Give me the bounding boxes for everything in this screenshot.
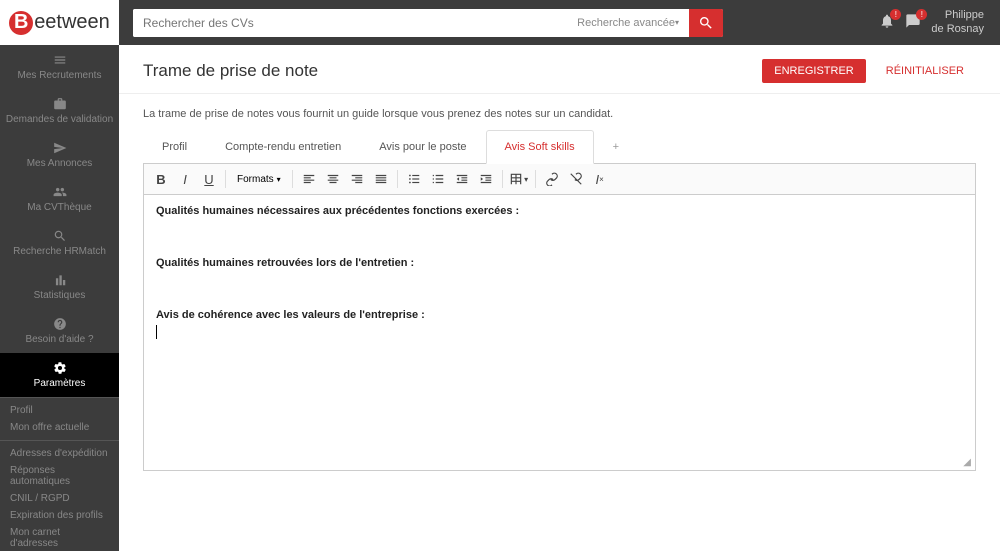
align-justify-button[interactable] [370, 168, 392, 190]
bullet-list-button[interactable] [403, 168, 425, 190]
people-icon [53, 185, 67, 199]
subnav-offre[interactable]: Mon offre actuelle [0, 419, 119, 436]
help-icon [53, 317, 67, 331]
subnav-adresses[interactable]: Adresses d'expédition [0, 445, 119, 462]
tab-avis-poste[interactable]: Avis pour le poste [360, 130, 485, 164]
nav-cvtheque[interactable]: Ma CVThèque [0, 177, 119, 221]
messages-icon[interactable]: ! [905, 13, 921, 32]
tab-compte-rendu[interactable]: Compte-rendu entretien [206, 130, 360, 164]
underline-button[interactable]: U [198, 168, 220, 190]
briefcase-icon [53, 97, 67, 111]
nav-parametres[interactable]: Paramètres [0, 353, 119, 397]
subnav-reponses[interactable]: Réponses automatiques [0, 462, 119, 490]
gear-icon [53, 361, 67, 375]
nav-recruitments[interactable]: Mes Recrutements [0, 45, 119, 89]
editor-toolbar: B I U Formats▾ ▾ I× [144, 164, 975, 195]
notifications-icon[interactable]: ! [879, 13, 895, 32]
tab-avis-soft-skills[interactable]: Avis Soft skills [486, 130, 594, 164]
bold-button[interactable]: B [150, 168, 172, 190]
editor-content[interactable]: Qualités humaines nécessaires aux précéd… [144, 195, 975, 455]
search-input[interactable] [133, 9, 567, 37]
unlink-button[interactable] [565, 168, 587, 190]
tab-profil[interactable]: Profil [143, 130, 206, 164]
align-right-button[interactable] [346, 168, 368, 190]
menu-icon [53, 53, 67, 67]
link-button[interactable] [541, 168, 563, 190]
clear-format-button[interactable]: I× [589, 168, 611, 190]
subnav-profil[interactable]: Profil [0, 402, 119, 419]
number-list-button[interactable] [427, 168, 449, 190]
indent-button[interactable] [475, 168, 497, 190]
search-box: Recherche avancée ▾ [133, 9, 723, 37]
nav-annonces[interactable]: Mes Annonces [0, 133, 119, 177]
outdent-button[interactable] [451, 168, 473, 190]
nav-validations[interactable]: Demandes de validation [0, 89, 119, 133]
page-title: Trame de prise de note [143, 61, 762, 81]
align-left-button[interactable] [298, 168, 320, 190]
nav-hrmatch[interactable]: Recherche HRMatch [0, 221, 119, 265]
subnav-cnil[interactable]: CNIL / RGPD [0, 490, 119, 507]
subnav-carnet[interactable]: Mon carnet d'adresses [0, 524, 119, 551]
search-icon [698, 15, 714, 31]
page-description: La trame de prise de notes vous fournit … [143, 94, 976, 130]
send-icon [53, 141, 67, 155]
text-cursor [156, 325, 157, 339]
tab-add[interactable]: + [594, 130, 638, 164]
formats-dropdown[interactable]: Formats▾ [231, 168, 287, 190]
resize-handle[interactable]: ◢ [144, 455, 975, 470]
chart-icon [53, 273, 67, 287]
subnav-expiration[interactable]: Expiration des profils [0, 507, 119, 524]
field-q2: Qualités humaines retrouvées lors de l'e… [156, 257, 963, 269]
nav-stats[interactable]: Statistiques [0, 265, 119, 309]
table-button[interactable]: ▾ [508, 168, 530, 190]
search-button[interactable] [689, 9, 723, 37]
advanced-search[interactable]: Recherche avancée ▾ [567, 9, 689, 37]
reset-button[interactable]: RÉINITIALISER [874, 59, 976, 83]
field-q3: Avis de cohérence avec les valeurs de l'… [156, 309, 963, 321]
search-icon [53, 229, 67, 243]
align-center-button[interactable] [322, 168, 344, 190]
field-q1: Qualités humaines nécessaires aux précéd… [156, 205, 963, 217]
italic-button[interactable]: I [174, 168, 196, 190]
nav-help[interactable]: Besoin d'aide ? [0, 309, 119, 353]
notifications-badge: ! [890, 9, 901, 20]
save-button[interactable]: ENREGISTRER [762, 59, 865, 83]
messages-badge: ! [916, 9, 927, 20]
user-menu[interactable]: Philippede Rosnay [931, 9, 984, 35]
brand-logo[interactable]: Beetween [0, 0, 119, 45]
